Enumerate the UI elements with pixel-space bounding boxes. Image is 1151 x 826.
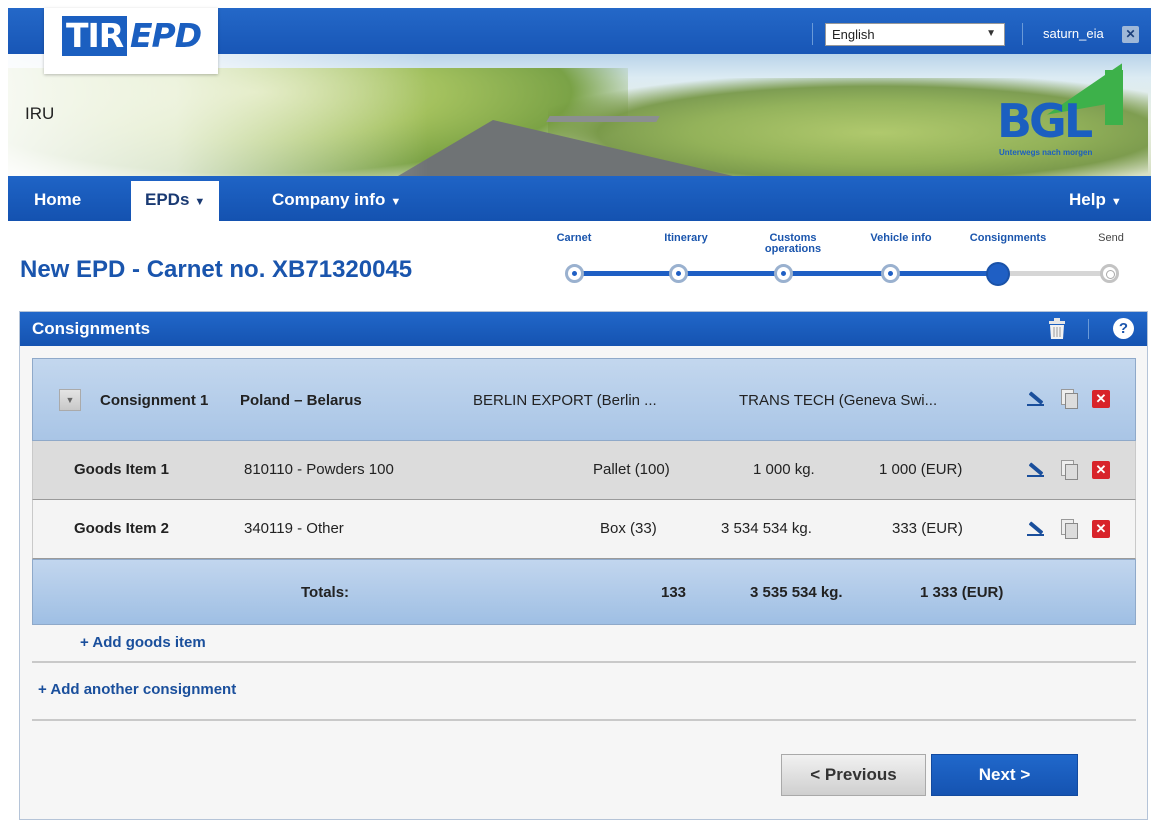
totals-packages: 133 bbox=[661, 584, 687, 601]
trash-icon[interactable] bbox=[1048, 318, 1066, 340]
next-button[interactable]: Next > bbox=[931, 754, 1078, 796]
organization-name: IRU bbox=[25, 104, 55, 123]
nav-company-info-label: Company info bbox=[272, 190, 386, 209]
nav-company-info[interactable]: Company info ▼ bbox=[272, 190, 401, 210]
step-dot-consignments[interactable] bbox=[986, 262, 1010, 286]
bgl-logo: BGL Unterwegs nach morgen bbox=[997, 63, 1127, 166]
main-nav: Home EPDs ▼ Company info ▼ Help ▼ bbox=[8, 176, 1151, 221]
consignment-consignee: TRANS TECH (Geneva Swi... bbox=[739, 392, 938, 409]
delete-icon[interactable]: ✕ bbox=[1092, 520, 1110, 538]
add-consignment-link[interactable]: + Add another consignment bbox=[38, 681, 236, 698]
chevron-down-icon: ▼ bbox=[1110, 196, 1122, 208]
step-dot-customs-operations[interactable] bbox=[774, 264, 793, 283]
step-dot-vehicle-info[interactable] bbox=[881, 264, 900, 283]
consignment-route: Poland – Belarus bbox=[240, 392, 362, 409]
table-row[interactable]: Goods Item 1 810110 - Powders 100 Pallet… bbox=[32, 441, 1136, 500]
totals-weight: 3 535 534 kg. bbox=[750, 584, 843, 601]
step-label-consignments: Consignments bbox=[969, 232, 1047, 244]
delete-icon[interactable]: ✕ bbox=[1092, 390, 1110, 408]
chevron-down-icon: ▼ bbox=[194, 196, 206, 208]
consignment-consignor: BERLIN EXPORT (Berlin ... bbox=[473, 392, 657, 409]
nav-home-label: Home bbox=[34, 190, 82, 209]
divider bbox=[32, 661, 1136, 663]
copy-icon[interactable] bbox=[1060, 460, 1078, 480]
nav-help-label: Help bbox=[1069, 190, 1106, 209]
language-select[interactable]: English ▼ bbox=[825, 23, 1005, 46]
goods-item-value: 333 (EUR) bbox=[892, 520, 963, 537]
chevron-down-icon: ▼ bbox=[390, 196, 402, 208]
table-row[interactable]: Goods Item 2 340119 - Other Box (33) 3 5… bbox=[32, 500, 1136, 559]
copy-icon[interactable] bbox=[1060, 519, 1078, 539]
goods-item-code: 810110 - Powders 100 bbox=[244, 461, 394, 478]
banner-road bbox=[398, 120, 733, 176]
consignment-row[interactable]: ▼ Consignment 1 Poland – Belarus BERLIN … bbox=[32, 358, 1136, 441]
divider bbox=[32, 719, 1136, 721]
edit-pencil-icon[interactable] bbox=[1026, 460, 1044, 478]
nav-epds[interactable]: EPDs ▼ bbox=[131, 181, 220, 221]
step-dot-itinerary[interactable] bbox=[669, 264, 688, 283]
tir-epd-logo[interactable]: TIR EPD bbox=[44, 8, 218, 74]
username[interactable]: saturn_eia bbox=[1043, 26, 1104, 41]
header-divider bbox=[1022, 23, 1023, 45]
totals-label: Totals: bbox=[301, 584, 350, 601]
goods-item-weight: 3 534 534 kg. bbox=[721, 520, 812, 537]
collapse-toggle-icon[interactable]: ▼ bbox=[59, 389, 81, 411]
bgl-logo-letters: BGL bbox=[997, 94, 1093, 148]
step-dot-send[interactable] bbox=[1100, 264, 1119, 283]
goods-item-package: Pallet (100) bbox=[593, 461, 670, 478]
logo-epd-text: EPD bbox=[130, 16, 202, 55]
totals-value: 1 333 (EUR) bbox=[920, 584, 1004, 601]
chevron-down-icon: ▼ bbox=[986, 28, 996, 39]
step-dot-carnet[interactable] bbox=[565, 264, 584, 283]
progress-stepper: Carnet Itinerary Customs operations Vehi… bbox=[540, 230, 1140, 290]
edit-pencil-icon[interactable] bbox=[1026, 389, 1044, 407]
language-select-value: English bbox=[832, 27, 875, 42]
consignment-name: Consignment 1 bbox=[100, 392, 209, 409]
page-title: New EPD - Carnet no. XB71320045 bbox=[20, 256, 413, 283]
copy-icon[interactable] bbox=[1060, 389, 1078, 409]
step-label-carnet: Carnet bbox=[556, 232, 592, 244]
edit-pencil-icon[interactable] bbox=[1026, 519, 1044, 537]
panel-header-divider bbox=[1088, 319, 1089, 339]
add-goods-item-link[interactable]: + Add goods item bbox=[80, 634, 206, 651]
stepper-remaining-line bbox=[998, 271, 1108, 276]
nav-help[interactable]: Help ▼ bbox=[1069, 190, 1122, 210]
step-label-itinerary: Itinerary bbox=[664, 232, 708, 244]
consignments-panel: Consignments ? ▼ Consignment 1 Poland – … bbox=[19, 311, 1148, 820]
logout-icon[interactable]: ✕ bbox=[1122, 26, 1139, 43]
goods-item-name: Goods Item 1 bbox=[74, 461, 170, 478]
goods-item-name: Goods Item 2 bbox=[74, 520, 170, 537]
panel-header: Consignments ? bbox=[20, 312, 1147, 346]
bgl-logo-tagline: Unterwegs nach morgen bbox=[999, 148, 1093, 157]
logo-tir-text: TIR bbox=[62, 16, 128, 56]
previous-button[interactable]: < Previous bbox=[781, 754, 926, 796]
bgl-logo-roof-edge bbox=[1105, 70, 1123, 125]
step-label-vehicle-info: Vehicle info bbox=[870, 232, 932, 244]
goods-item-package: Box (33) bbox=[600, 520, 657, 537]
header-divider bbox=[812, 23, 813, 45]
step-label-send: Send bbox=[1098, 232, 1124, 244]
nav-epds-label: EPDs bbox=[145, 190, 190, 209]
goods-item-code: 340119 - Other bbox=[244, 520, 344, 537]
goods-item-weight: 1 000 kg. bbox=[753, 461, 815, 478]
totals-row: Totals: 133 3 535 534 kg. 1 333 (EUR) bbox=[32, 559, 1136, 625]
help-icon[interactable]: ? bbox=[1113, 318, 1134, 339]
panel-title: Consignments bbox=[32, 319, 151, 338]
delete-icon[interactable]: ✕ bbox=[1092, 461, 1110, 479]
goods-item-value: 1 000 (EUR) bbox=[879, 461, 963, 478]
nav-home[interactable]: Home bbox=[34, 190, 81, 210]
step-label-customs-operations: Customs operations bbox=[764, 232, 822, 255]
